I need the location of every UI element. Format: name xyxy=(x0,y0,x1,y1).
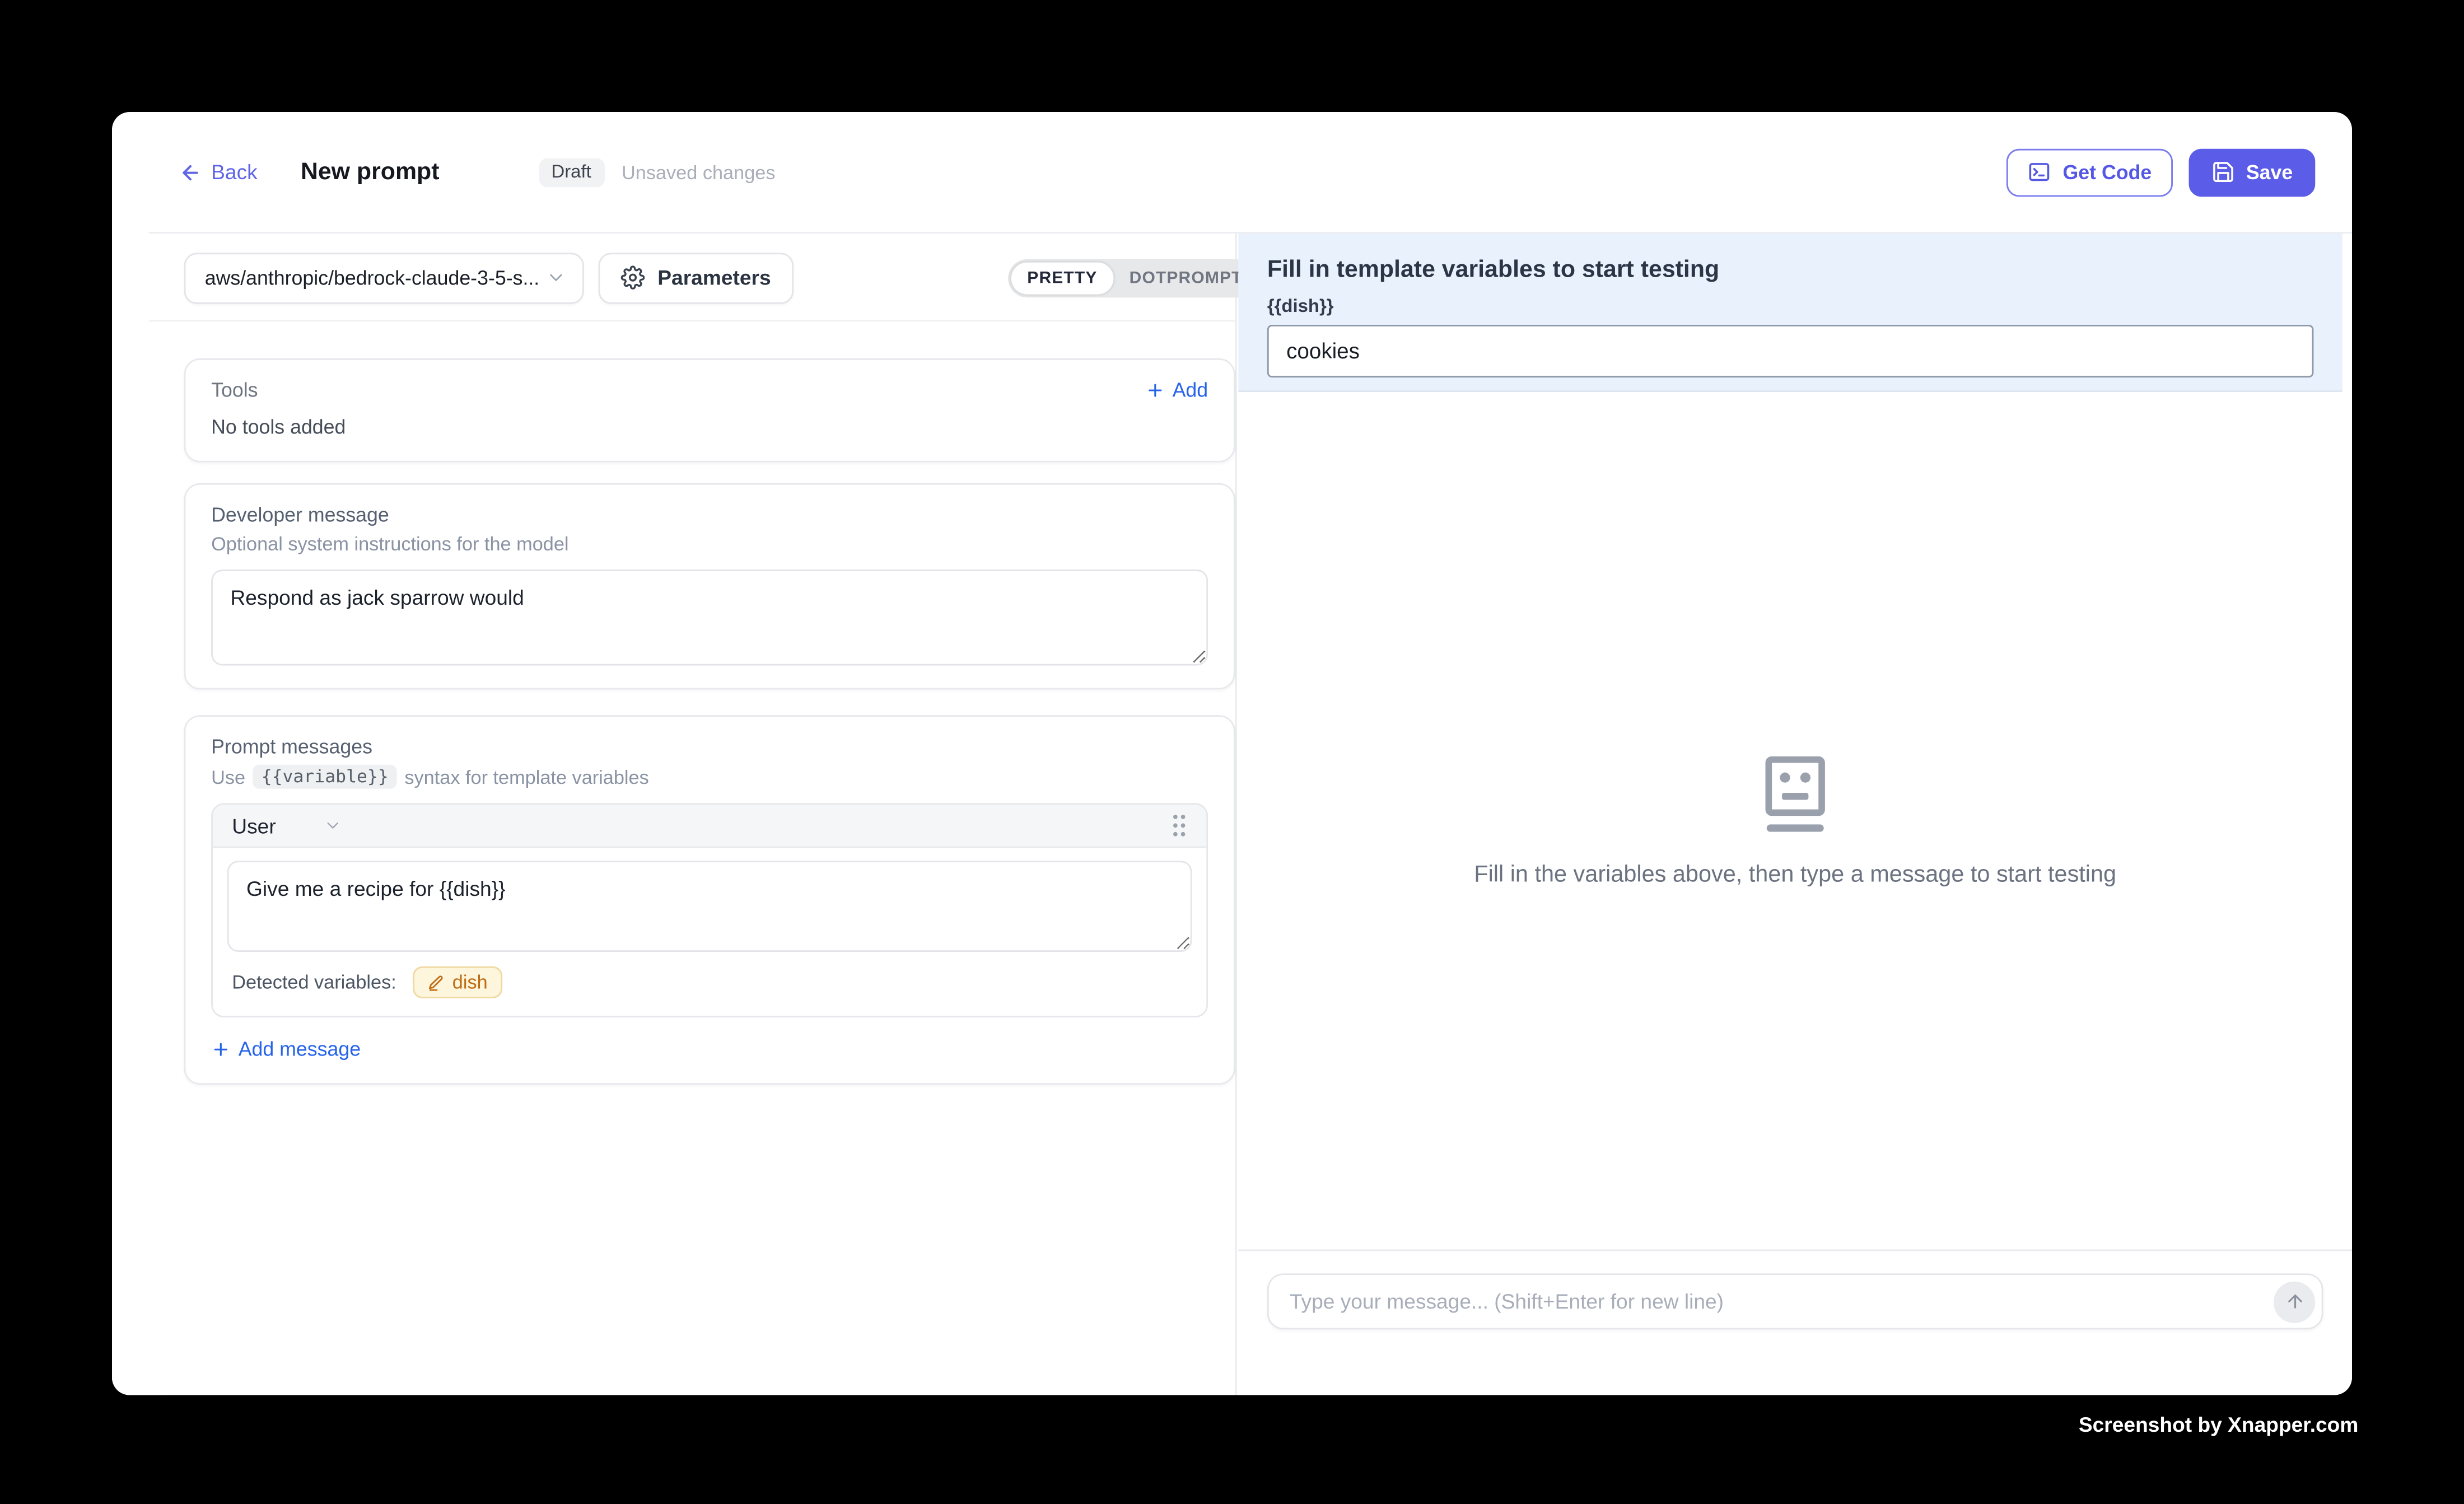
header: Back New prompt Draft Unsaved changes Ge… xyxy=(112,112,2352,232)
plus-icon xyxy=(211,1040,230,1059)
chevron-down-icon xyxy=(545,267,566,288)
send-button[interactable] xyxy=(2274,1281,2315,1322)
arrow-left-icon xyxy=(179,161,202,183)
model-row-divider xyxy=(149,320,1235,321)
chat-input-wrapper xyxy=(1267,1273,2323,1329)
add-message-label: Add message xyxy=(239,1038,361,1061)
tester-empty-text: Fill in the variables above, then type a… xyxy=(1474,862,2116,888)
role-value: User xyxy=(232,814,276,838)
toggle-dotprompt[interactable]: DOTPROMPT xyxy=(1113,261,1258,293)
chat-bar xyxy=(1238,1249,2352,1395)
variable-syntax-chip: {{variable}} xyxy=(253,765,396,789)
developer-message-title: Developer message xyxy=(211,504,1208,526)
watermark-text: Screenshot by Xnapper.com xyxy=(2079,1413,2359,1437)
app-window: Back New prompt Draft Unsaved changes Ge… xyxy=(112,112,2352,1395)
tester-empty-state: Fill in the variables above, then type a… xyxy=(1238,392,2352,1249)
screenshot-stage: Back New prompt Draft Unsaved changes Ge… xyxy=(0,0,2464,1504)
variable-badge-dish[interactable]: dish xyxy=(412,966,502,998)
parameters-button[interactable]: Parameters xyxy=(599,252,794,303)
detected-variables-label: Detected variables: xyxy=(232,971,396,993)
message-header: User xyxy=(213,805,1206,848)
robot-icon xyxy=(1758,754,1832,836)
prompt-messages-title: Prompt messages xyxy=(211,736,1208,758)
back-label: Back xyxy=(211,160,258,184)
prompt-messages-subtitle: Use {{variable}} syntax for template var… xyxy=(211,765,1208,789)
variable-name-label: {{dish}} xyxy=(1267,297,2314,316)
pen-icon xyxy=(427,974,444,991)
variable-fill-section: Fill in template variables to start test… xyxy=(1238,233,2342,392)
gear-icon xyxy=(621,265,645,289)
variable-badge-label: dish xyxy=(452,971,488,993)
role-selector[interactable]: User xyxy=(232,814,343,838)
editor-panel: aws/anthropic/bedrock-claude-3-5-s... Pa… xyxy=(112,233,1237,1395)
subtitle-prefix: Use xyxy=(211,765,245,788)
message-footer: Detected variables: dish xyxy=(213,952,1206,1016)
chat-message-input[interactable] xyxy=(1267,1273,2323,1329)
prompt-messages-card: Prompt messages Use {{variable}} syntax … xyxy=(184,715,1235,1085)
message-body: Give me a recipe for {{dish}} xyxy=(213,848,1206,952)
model-selector[interactable]: aws/anthropic/bedrock-claude-3-5-s... xyxy=(184,252,584,303)
page-title: New prompt xyxy=(301,158,440,186)
tester-heading: Fill in template variables to start test… xyxy=(1267,256,2314,283)
save-icon xyxy=(2211,160,2235,184)
add-tool-button[interactable]: Add xyxy=(1145,379,1208,401)
get-code-label: Get Code xyxy=(2063,161,2152,183)
status-badge: Draft xyxy=(539,157,604,186)
tools-title: Tools xyxy=(211,379,258,401)
variable-value-input[interactable] xyxy=(1267,325,2314,377)
developer-message-input[interactable]: Respond as jack sparrow would xyxy=(211,569,1208,665)
save-label: Save xyxy=(2246,161,2293,183)
message-block: User Give me a recipe for {{dish}} xyxy=(211,803,1208,1017)
model-row: aws/anthropic/bedrock-claude-3-5-s... Pa… xyxy=(112,233,1235,321)
arrow-up-icon xyxy=(2284,1291,2305,1312)
parameters-label: Parameters xyxy=(657,265,771,289)
get-code-button[interactable]: Get Code xyxy=(2007,148,2173,196)
developer-message-subtitle: Optional system instructions for the mod… xyxy=(211,533,1208,555)
message-content-input[interactable]: Give me a recipe for {{dish}} xyxy=(227,861,1192,952)
chevron-down-icon xyxy=(324,816,343,835)
tools-card: Tools Add No tools added xyxy=(184,358,1235,463)
model-selector-value: aws/anthropic/bedrock-claude-3-5-s... xyxy=(205,267,540,289)
view-mode-toggle: PRETTY DOTPROMPT xyxy=(1008,258,1262,297)
add-tool-label: Add xyxy=(1173,379,1208,401)
back-button[interactable]: Back xyxy=(179,160,258,184)
subtitle-suffix: syntax for template variables xyxy=(404,765,648,788)
plus-icon xyxy=(1145,381,1164,400)
toggle-pretty[interactable]: PRETTY xyxy=(1011,261,1113,293)
save-button[interactable]: Save xyxy=(2188,148,2315,196)
developer-message-card: Developer message Optional system instru… xyxy=(184,483,1235,690)
add-message-button[interactable]: Add message xyxy=(211,1038,361,1061)
tools-empty-text: No tools added xyxy=(211,416,1208,438)
drag-handle-icon[interactable] xyxy=(1171,812,1187,838)
terminal-icon xyxy=(2028,160,2052,184)
unsaved-changes-text: Unsaved changes xyxy=(622,161,776,183)
tester-panel: Fill in template variables to start test… xyxy=(1238,233,2352,1395)
